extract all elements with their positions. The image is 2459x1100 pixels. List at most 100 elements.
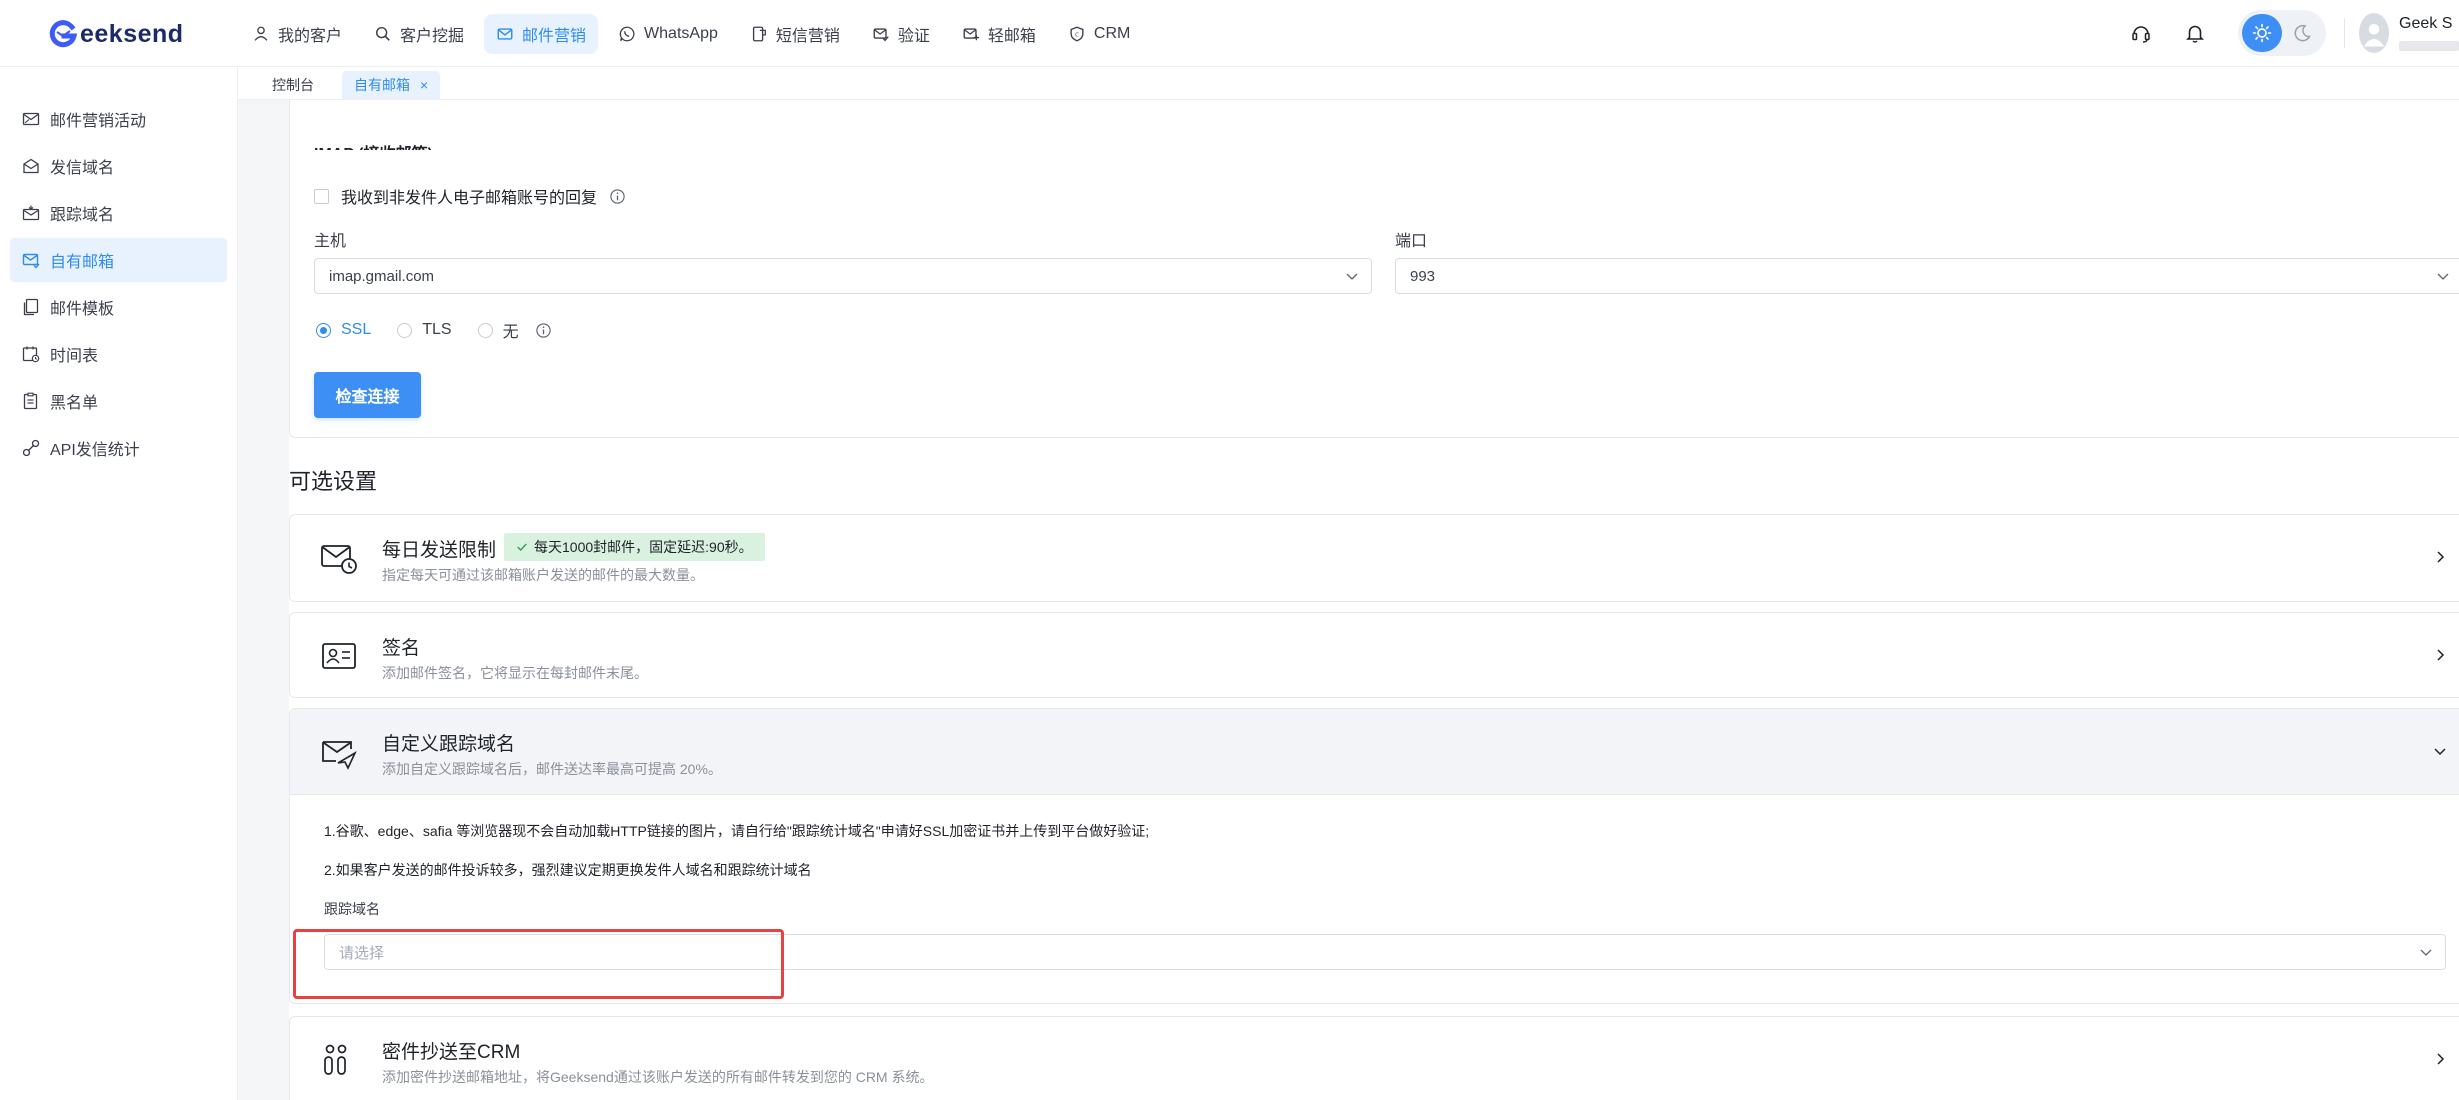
nav-sms-marketing[interactable]: 短信营销 (738, 14, 852, 54)
sidebar-item-campaigns[interactable]: 邮件营销活动 (10, 97, 227, 141)
nav-label: 轻邮箱 (987, 28, 1036, 45)
tracking-note-2: 2.如果客户发送的邮件投诉较多，强烈建议定期更换发件人域名和跟踪统计域名 (324, 862, 812, 878)
badge-text: 每天1000封邮件，固定延迟:90秒。 (534, 539, 753, 555)
reply-checkbox-row: 我收到非发件人电子邮箱账号的回复 (314, 184, 626, 208)
nav-light-mailbox[interactable]: 轻邮箱 (950, 14, 1048, 54)
reply-from-other-checkbox[interactable] (314, 188, 329, 204)
tracking-note-1: 1.谷歌、edge、safia 等浏览器现不会自动加载HTTP链接的图片，请自行… (324, 823, 1150, 839)
radio-none[interactable]: 无 (477, 318, 519, 342)
sidebar-item-templates[interactable]: 邮件模板 (10, 285, 227, 329)
port-label: 端口 (1395, 233, 1428, 250)
campaign-icon (22, 112, 40, 126)
highlight-annotation-box (293, 929, 784, 999)
radio-dot (316, 322, 331, 338)
sidebar-item-label: 时间表 (50, 348, 99, 365)
optional-settings-title: 可选设置 (289, 469, 378, 494)
nav-label: 邮件营销 (522, 28, 587, 45)
sidebar-item-label: 黑名单 (50, 395, 99, 412)
mailbox-settings-content: IMAP (接收邮箱) 我收到非发件人电子邮箱账号的回复 主机 imap.gma… (289, 100, 2459, 1100)
tab-label: 控制台 (272, 77, 314, 93)
moon-icon (2294, 24, 2311, 42)
imap-settings-card: IMAP (接收邮箱) 我收到非发件人电子邮箱账号的回复 主机 imap.gma… (289, 100, 2459, 438)
notifications-button[interactable] (2172, 10, 2218, 56)
chevron-down-icon (1346, 273, 1358, 280)
support-button[interactable] (2118, 10, 2164, 56)
avatar (2359, 13, 2389, 53)
theme-toggle[interactable] (2238, 10, 2326, 56)
blacklist-icon (23, 392, 38, 410)
radio-label: 无 (502, 324, 519, 341)
sidebar-item-api-stats[interactable]: API发信统计 (10, 426, 227, 470)
signature-header[interactable]: 签名 添加邮件签名，它将显示在每封邮件末尾。 (290, 613, 2459, 699)
chevron-down-icon (2437, 273, 2449, 280)
daily-limit-card: 每日发送限制 每天1000封邮件，固定延迟:90秒。 指定每天可通过该邮箱账户发… (289, 514, 2459, 602)
top-nav: 我的客户 客户挖掘 邮件营销 WhatsApp 短信营销 验证 轻邮箱 C CR (240, 14, 1142, 54)
user-name: Geek S (2399, 15, 2453, 32)
user-subtitle-redacted (2399, 41, 2459, 51)
nav-label: WhatsApp (644, 25, 718, 42)
daily-limit-badge: 每天1000封邮件，固定延迟:90秒。 (504, 533, 765, 561)
header-divider (2344, 18, 2345, 48)
tracking-domain-header[interactable]: 自定义跟踪域名 添加自定义跟踪域名后，邮件送达率最高可提高 20%。 (290, 709, 2459, 795)
port-select[interactable]: 993 (1395, 258, 2459, 294)
bell-icon (2186, 25, 2204, 43)
sidebar-item-schedule[interactable]: 时间表 (10, 332, 227, 376)
sidebar-item-label: 邮件模板 (50, 301, 115, 318)
tab-label: 自有邮箱 (354, 77, 410, 93)
host-value: imap.gmail.com (329, 267, 435, 285)
port-value: 993 (1410, 267, 1436, 285)
nav-label: CRM (1093, 25, 1131, 42)
light-theme-option[interactable] (2242, 14, 2282, 52)
check-connection-button[interactable]: 检查连接 (314, 372, 421, 418)
host-label: 主机 (314, 233, 347, 250)
sidebar-item-own-mailbox[interactable]: 自有邮箱 (10, 238, 227, 282)
nav-whatsapp[interactable]: WhatsApp (606, 14, 730, 54)
imap-section-title: IMAP (接收邮箱) (314, 140, 433, 150)
nav-email-marketing[interactable]: 邮件营销 (484, 14, 599, 54)
bcc-crm-card: 密件抄送至CRM 添加密件抄送邮箱地址，将Geeksend通过该账户发送的所有邮… (289, 1016, 2459, 1100)
sidebar-item-sending-domain[interactable]: 发信域名 (10, 144, 227, 188)
logo[interactable]: eeksend (48, 17, 184, 51)
daily-limit-header[interactable]: 每日发送限制 每天1000封邮件，固定延迟:90秒。 指定每天可通过该邮箱账户发… (290, 515, 2459, 601)
mail-clock-icon (321, 545, 357, 574)
custom-tracking-domain-card: 自定义跟踪域名 添加自定义跟踪域名后，邮件送达率最高可提高 20%。 1.谷歌、… (289, 708, 2459, 1004)
header-actions: Geek S (2118, 10, 2459, 56)
chevron-right-icon (2437, 649, 2445, 661)
svg-text:C: C (1075, 32, 1079, 38)
crm-forward-icon (324, 1044, 347, 1075)
sidebar-item-tracking-domain[interactable]: 跟踪域名 (10, 191, 227, 235)
crm-icon: C (1070, 26, 1084, 42)
nav-verify[interactable]: 验证 (860, 14, 942, 54)
info-icon[interactable] (609, 188, 626, 205)
imap-title-clip: IMAP (接收邮箱) (290, 100, 890, 150)
bcc-crm-header[interactable]: 密件抄送至CRM 添加密件抄送邮箱地址，将Geeksend通过该账户发送的所有邮… (290, 1017, 2459, 1100)
search-icon (375, 26, 390, 41)
radio-label: SSL (341, 321, 372, 338)
signature-card: 签名 添加邮件签名，它将显示在每封邮件末尾。 (289, 612, 2459, 698)
tracking-domain-title: 自定义跟踪域名 (382, 734, 516, 755)
dark-theme-option[interactable] (2282, 14, 2322, 52)
nav-crm[interactable]: C CRM (1056, 14, 1142, 54)
user-icon (254, 26, 268, 41)
sidebar-item-label: 自有邮箱 (50, 254, 115, 271)
daily-limit-description: 指定每天可通过该邮箱账户发送的邮件的最大数量。 (382, 567, 704, 583)
api-icon (22, 439, 40, 457)
nav-my-customers[interactable]: 我的客户 (240, 14, 354, 54)
tab-console[interactable]: 控制台 (260, 71, 326, 99)
page-tabs: 控制台 自有邮箱 × (238, 67, 2459, 100)
logo-mark-icon (48, 19, 78, 49)
user-menu[interactable]: Geek S (2359, 13, 2459, 53)
chevron-down-icon (2434, 748, 2446, 756)
security-radio-group: SSL TLS 无 (316, 318, 552, 342)
host-select[interactable]: imap.gmail.com (314, 258, 1372, 294)
nav-customer-mining[interactable]: 客户挖掘 (362, 14, 476, 54)
sidebar-item-blacklist[interactable]: 黑名单 (10, 379, 227, 423)
info-icon[interactable] (535, 322, 552, 339)
radio-tls[interactable]: TLS (397, 321, 452, 339)
chevron-down-icon (2420, 949, 2432, 956)
close-icon[interactable]: × (420, 77, 428, 93)
tab-own-mailbox[interactable]: 自有邮箱 × (342, 71, 441, 99)
radio-ssl[interactable]: SSL (316, 321, 371, 339)
daily-limit-title: 每日发送限制 (382, 540, 497, 561)
bcc-crm-title: 密件抄送至CRM (382, 1042, 521, 1063)
